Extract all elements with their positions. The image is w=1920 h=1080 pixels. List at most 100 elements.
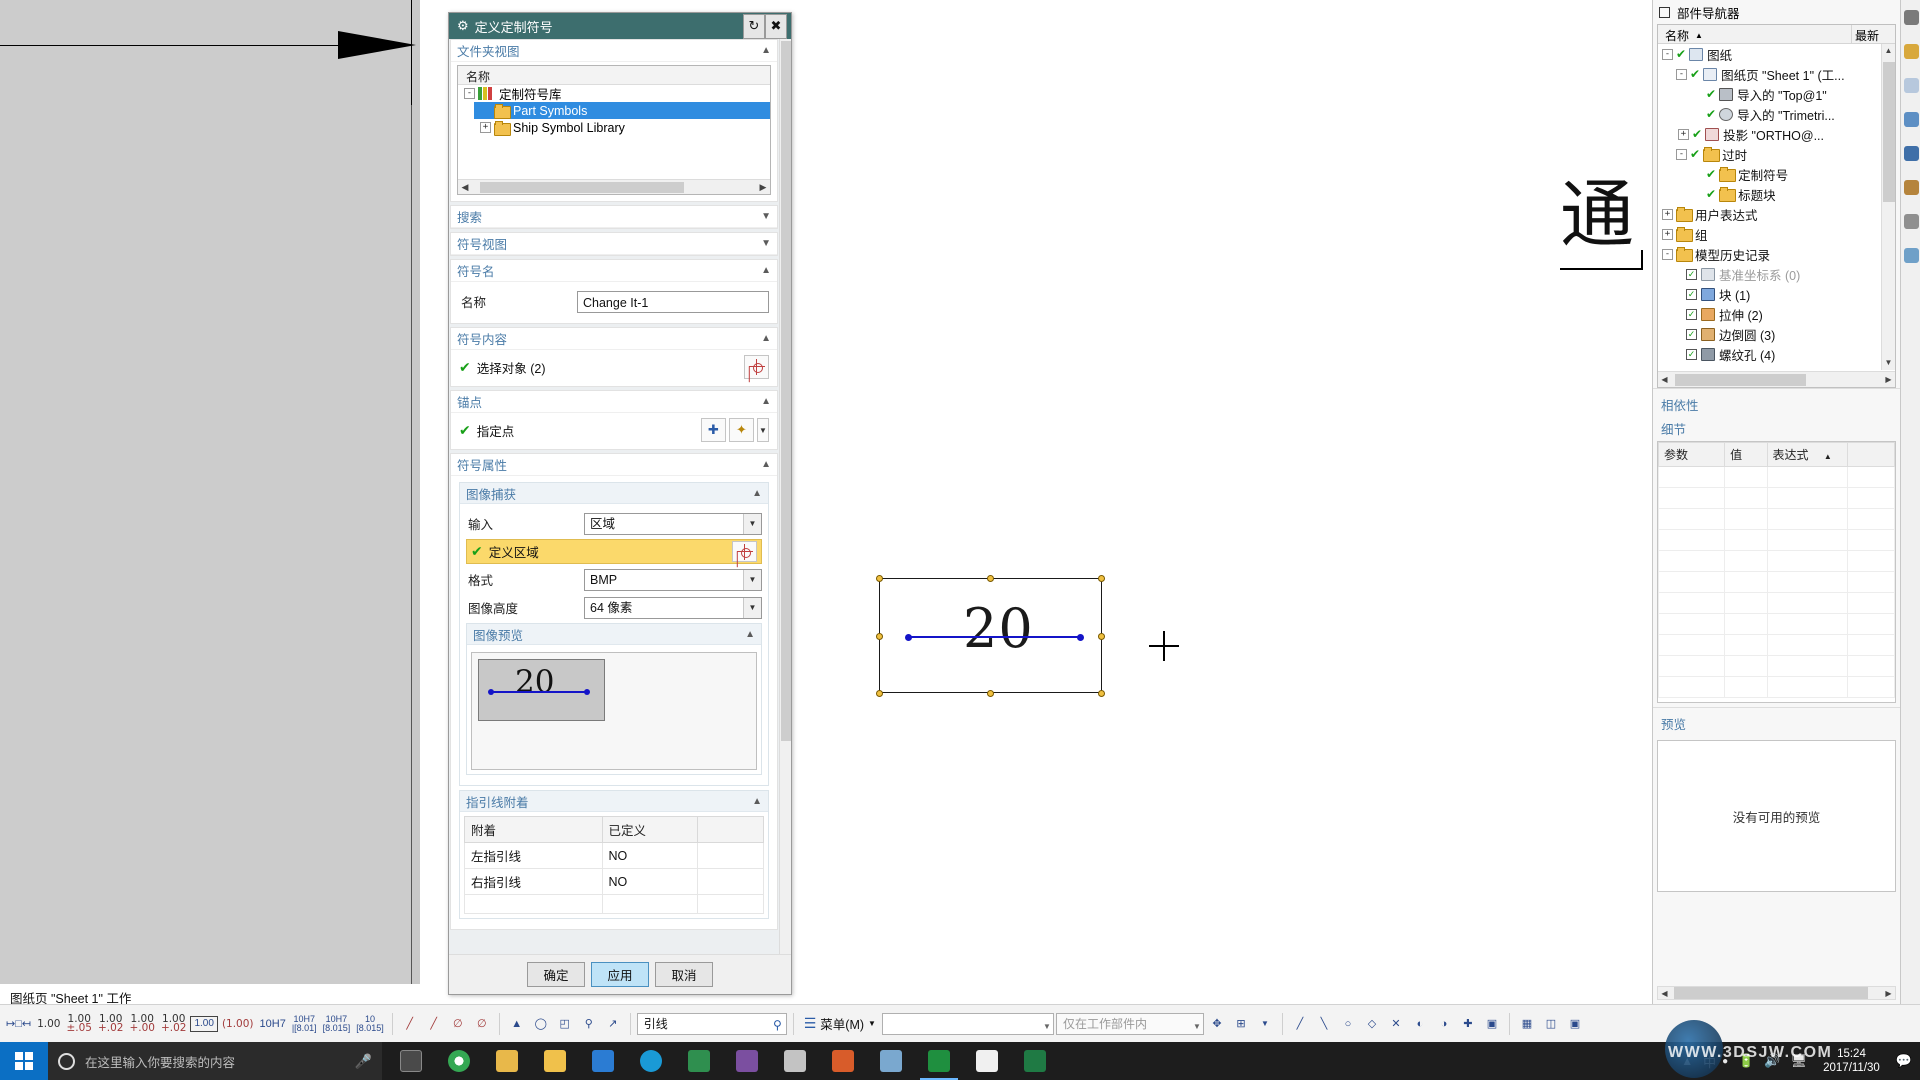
taskbar-clock[interactable]: 15:24 2017/11/30 bbox=[1817, 1047, 1886, 1075]
cell[interactable] bbox=[1846, 613, 1896, 635]
cell[interactable] bbox=[1724, 613, 1768, 635]
part-navigator-tree[interactable]: 名称 ▲ 最新 - ✔ 图纸 - ✔ 图纸页 "Sheet 1" (工... ✔… bbox=[1657, 24, 1896, 388]
column-header-blank[interactable] bbox=[697, 816, 764, 843]
rail-settings-icon[interactable] bbox=[1901, 0, 1920, 34]
view-icon[interactable]: ▣ bbox=[1564, 1011, 1586, 1037]
action-center-icon[interactable]: 💬 bbox=[1896, 1053, 1912, 1069]
cell[interactable] bbox=[1846, 508, 1896, 530]
diameter-icon-2[interactable]: ∅ bbox=[471, 1011, 493, 1037]
selection-scope-combo[interactable]: 仅在工作部件内 ▼ bbox=[1055, 1012, 1204, 1035]
fit-tolerance-icon-3[interactable]: 10H7 [8.015] bbox=[321, 1011, 353, 1037]
annotation-icon-2[interactable]: ◯ bbox=[530, 1011, 552, 1037]
chevron-down-icon[interactable]: ▼ bbox=[761, 211, 771, 222]
cell[interactable] bbox=[1657, 550, 1726, 572]
fit-tolerance-icon-4[interactable]: 10 [8.015] bbox=[354, 1011, 386, 1037]
cell[interactable] bbox=[1657, 466, 1726, 488]
part-navigator-title-row[interactable]: 部件导航器 bbox=[1653, 0, 1900, 24]
snap-point-on-face-icon[interactable]: ▣ bbox=[1481, 1011, 1503, 1037]
scroll-left-icon[interactable]: ◀ bbox=[458, 182, 472, 193]
select-objects-target-icon[interactable] bbox=[744, 355, 769, 379]
symbol-name-input[interactable]: Change It-1 bbox=[577, 290, 769, 313]
cell-left-leader[interactable]: 左指引线 bbox=[464, 842, 603, 869]
snap-tangent-icon[interactable]: ◑ bbox=[1433, 1011, 1455, 1037]
chevron-down-icon[interactable]: ▼ bbox=[1043, 1018, 1051, 1035]
grip-handle-bl[interactable] bbox=[876, 690, 883, 697]
battery-icon[interactable]: 🔋 bbox=[1738, 1053, 1754, 1069]
selection-filter-icon[interactable]: ✥ bbox=[1206, 1011, 1228, 1037]
grip-handle-bm[interactable] bbox=[987, 690, 994, 697]
fit-tolerance-icon-1[interactable]: 10H7 bbox=[258, 1011, 288, 1037]
selection-type-combo[interactable]: ▼ bbox=[881, 1012, 1054, 1035]
cell[interactable] bbox=[1657, 613, 1726, 635]
snap-quad-icon[interactable]: ◇ bbox=[1361, 1011, 1383, 1037]
fit-tolerance-icon-2[interactable]: 10H7 |[8.01] bbox=[290, 1011, 319, 1037]
cell[interactable] bbox=[1724, 466, 1768, 488]
section-symbol-view-header[interactable]: 符号视图 ▼ bbox=[451, 233, 777, 255]
app-media[interactable] bbox=[676, 1042, 722, 1080]
cell-right-leader[interactable]: 右指引线 bbox=[464, 868, 603, 895]
windows-start-icon[interactable] bbox=[0, 1042, 48, 1080]
microphone-icon[interactable]: 🎤 bbox=[355, 1053, 372, 1070]
snap-arc-center-icon[interactable]: ◐ bbox=[1409, 1011, 1431, 1037]
column-header-attach[interactable]: 附着 bbox=[464, 816, 603, 843]
scroll-left-icon[interactable]: ◀ bbox=[1658, 989, 1671, 998]
tree-node-part-symbols[interactable]: Part Symbols bbox=[474, 102, 770, 119]
tolerance-bilateral-icon[interactable]: 1.00 ±.05 bbox=[64, 1011, 94, 1037]
grip-handle-mr[interactable] bbox=[1098, 633, 1105, 640]
close-icon[interactable]: ✖ bbox=[765, 13, 787, 39]
rail-assembly-icon[interactable] bbox=[1901, 34, 1920, 68]
scroll-track[interactable] bbox=[472, 180, 756, 194]
chevron-down-icon[interactable]: ▼ bbox=[743, 597, 761, 618]
snap-point-icon-2[interactable]: ▼ bbox=[1254, 1011, 1276, 1037]
windows-taskbar[interactable]: 在这里输入你要搜索的内容 🎤 ▲ 中 ● 🔋 🔊 bbox=[0, 1042, 1920, 1080]
expander-icon[interactable]: - bbox=[1662, 48, 1673, 60]
chevron-up-icon[interactable]: ▲ bbox=[752, 796, 762, 807]
scroll-up-icon[interactable]: ▲ bbox=[1882, 44, 1895, 58]
dimension-toolbar[interactable]: ↦□↤ 1.00 1.00 ±.05 1.00 +.02 1.00 +.00 1.00… bbox=[0, 1004, 1920, 1042]
expander-icon[interactable]: - bbox=[1676, 148, 1687, 160]
cell-empty[interactable] bbox=[464, 894, 603, 914]
section-symbol-properties-header[interactable]: 符号属性 ▲ bbox=[451, 454, 777, 476]
chevron-down-icon[interactable]: ▼ bbox=[743, 569, 761, 590]
search-icon[interactable]: ⚲ bbox=[773, 1017, 782, 1034]
snap-point-on-curve-icon[interactable]: ✚ bbox=[1457, 1011, 1479, 1037]
preview-section-label[interactable]: 预览 bbox=[1653, 707, 1900, 736]
dim-style-icon[interactable]: ↦□↤ bbox=[4, 1011, 33, 1037]
checkbox-icon[interactable]: ✓ bbox=[1686, 268, 1697, 280]
scroll-down-icon[interactable]: ▼ bbox=[1882, 356, 1895, 370]
cell[interactable] bbox=[1766, 508, 1848, 530]
scroll-thumb[interactable] bbox=[1883, 62, 1895, 202]
rail-history-icon[interactable] bbox=[1901, 204, 1920, 238]
tree-rows[interactable]: - ✔ 图纸 - ✔ 图纸页 "Sheet 1" (工... ✔ 导入的 "To… bbox=[1658, 44, 1881, 370]
cell[interactable] bbox=[1657, 529, 1726, 551]
expander-icon[interactable]: - bbox=[1662, 248, 1673, 260]
specify-point-row[interactable]: ✔ 指定点 ✚ ✦ ▼ bbox=[459, 417, 769, 443]
diameter-icon-1[interactable]: ∅ bbox=[447, 1011, 469, 1037]
cell[interactable] bbox=[1724, 592, 1768, 614]
section-search-header[interactable]: 搜索 ▼ bbox=[451, 206, 777, 228]
cell[interactable] bbox=[1846, 466, 1896, 488]
details-section-label[interactable]: 细节 bbox=[1653, 417, 1900, 441]
cell[interactable] bbox=[1657, 571, 1726, 593]
dialog-vertical-scrollbar[interactable] bbox=[779, 39, 791, 954]
cell[interactable] bbox=[1846, 487, 1896, 509]
subsection-image-preview-header[interactable]: 图像预览 ▲ bbox=[467, 624, 761, 645]
snap-end-icon[interactable]: ╱ bbox=[1289, 1011, 1311, 1037]
cortana-circle-icon[interactable] bbox=[58, 1052, 75, 1070]
section-anchor-header[interactable]: 锚点 ▲ bbox=[451, 391, 777, 413]
cell-empty[interactable] bbox=[697, 894, 764, 914]
chevron-down-icon[interactable]: ▼ bbox=[868, 1019, 876, 1028]
cell[interactable] bbox=[1766, 592, 1848, 614]
chevron-up-icon[interactable]: ▲ bbox=[761, 265, 771, 276]
tree-column-uptodate[interactable]: 最新 bbox=[1851, 25, 1895, 43]
app-tool-2[interactable] bbox=[820, 1042, 866, 1080]
cell[interactable] bbox=[1724, 634, 1768, 656]
cell[interactable] bbox=[1846, 529, 1896, 551]
point-constructor-icon[interactable]: ✚ bbox=[701, 418, 726, 442]
app-chrome[interactable] bbox=[436, 1042, 482, 1080]
vector-wand-icon[interactable]: ✦ bbox=[729, 418, 754, 442]
define-region-target-icon[interactable] bbox=[732, 541, 757, 562]
reset-icon[interactable]: ↻ bbox=[743, 13, 765, 39]
menu-button[interactable]: ☰ 菜单(M) ▼ bbox=[800, 1014, 880, 1033]
dependency-section-label[interactable]: 相依性 bbox=[1653, 388, 1900, 417]
